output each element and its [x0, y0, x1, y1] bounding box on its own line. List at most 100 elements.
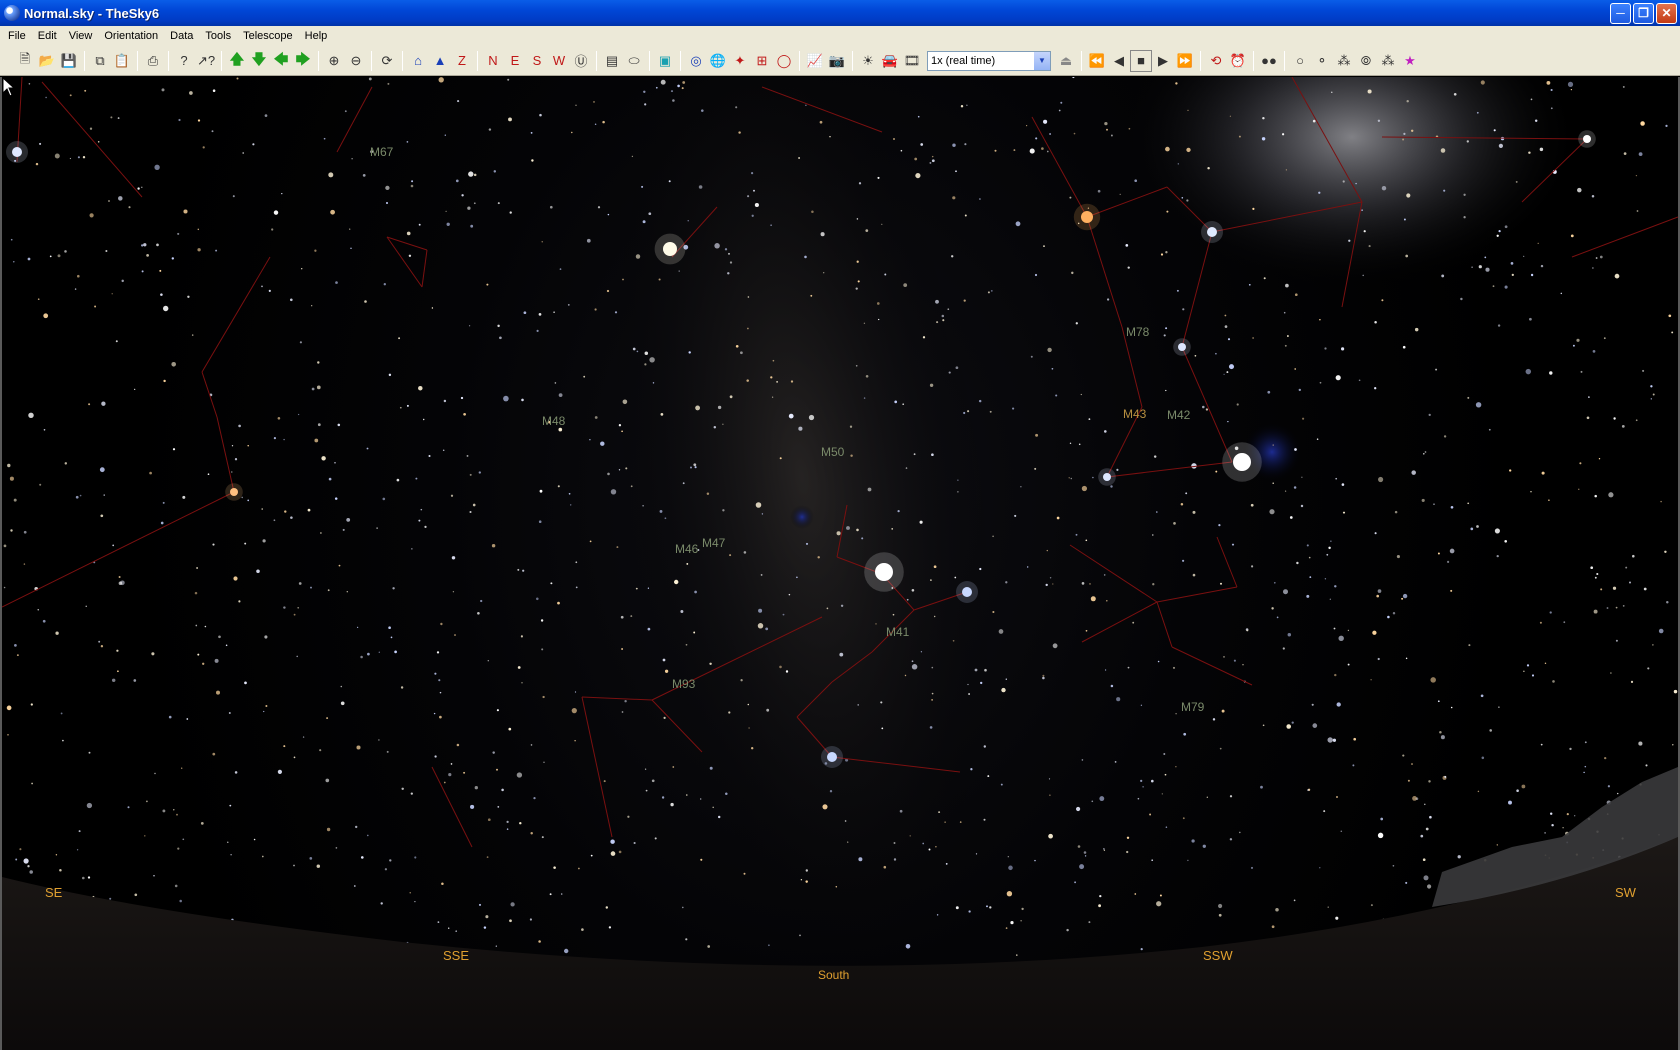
copy-icon[interactable]: ⧉: [89, 50, 111, 72]
look-north-icon[interactable]: N: [482, 50, 504, 72]
menu-help[interactable]: Help: [299, 30, 334, 42]
star: [212, 752, 216, 756]
print-icon[interactable]: ⎙: [142, 50, 164, 72]
comet-icon[interactable]: ★: [1399, 50, 1421, 72]
close-button[interactable]: ✕: [1656, 2, 1677, 24]
chart-icon[interactable]: 📈: [804, 50, 826, 72]
object-label-m42[interactable]: M42: [1167, 408, 1190, 422]
filmstrip-icon[interactable]: 🎞: [901, 50, 923, 72]
menu-view[interactable]: View: [63, 30, 99, 42]
star: [1014, 514, 1017, 517]
save-icon[interactable]: 💾: [58, 50, 80, 72]
grid-icon[interactable]: ◎: [685, 50, 707, 72]
menu-data[interactable]: Data: [164, 30, 199, 42]
fast-forward-icon[interactable]: ⏩: [1174, 50, 1196, 72]
star: [1099, 796, 1105, 802]
star: [486, 856, 489, 858]
arrow-left-icon[interactable]: 🡄: [270, 50, 292, 72]
chevron-down-icon[interactable]: ▼: [1034, 51, 1050, 70]
new-file-icon[interactable]: 🗎: [14, 50, 36, 72]
object-label-m46[interactable]: M46: [675, 542, 698, 556]
solar-system-icon[interactable]: ⬭: [623, 50, 645, 72]
photo-icon[interactable]: 📷: [826, 50, 848, 72]
app-icon[interactable]: [4, 5, 20, 21]
star: [1140, 948, 1143, 951]
menu-telescope[interactable]: Telescope: [237, 30, 299, 42]
help-icon[interactable]: ?: [173, 50, 195, 72]
object-label-m67[interactable]: M67: [370, 145, 393, 159]
landscape-icon[interactable]: ▣: [654, 50, 676, 72]
rewind-icon[interactable]: ⏪: [1086, 50, 1108, 72]
constellation-figures-icon[interactable]: ⊞: [751, 50, 773, 72]
look-west-icon[interactable]: W: [548, 50, 570, 72]
car-icon[interactable]: 🚘: [879, 50, 901, 72]
object-label-m47[interactable]: M47: [702, 536, 725, 550]
zenith-view-icon[interactable]: Z: [451, 50, 473, 72]
horizon-view-icon[interactable]: ⌂: [407, 50, 429, 72]
boundaries-icon[interactable]: ◯: [773, 50, 795, 72]
star: [110, 116, 113, 119]
step-back-icon[interactable]: ◀: [1108, 50, 1130, 72]
context-help-icon[interactable]: ↗?: [195, 50, 217, 72]
star: [367, 652, 370, 656]
double-star-icon[interactable]: ⚬: [1311, 50, 1333, 72]
open-folder-icon[interactable]: 📂: [36, 50, 58, 72]
star: [230, 854, 232, 856]
menu-file[interactable]: File: [2, 30, 32, 42]
cluster-icon[interactable]: ⁂: [1333, 50, 1355, 72]
play-icon[interactable]: ▶: [1152, 50, 1174, 72]
star: [516, 772, 523, 778]
object-label-m43[interactable]: M43: [1123, 407, 1146, 421]
look-east-icon[interactable]: E: [504, 50, 526, 72]
object-label-m93[interactable]: M93: [672, 677, 695, 691]
star: [1544, 832, 1546, 834]
minimize-button[interactable]: ─: [1610, 2, 1631, 24]
zenith-circle-icon[interactable]: Ⓤ: [570, 50, 592, 72]
object-info-icon[interactable]: ▤: [601, 50, 623, 72]
constellation-lines-icon[interactable]: ✦: [729, 50, 751, 72]
object-label-m79[interactable]: M79: [1181, 700, 1204, 714]
object-label-m50[interactable]: M50: [821, 445, 844, 459]
sky-canvas[interactable]: [2, 77, 1678, 1050]
star: [1528, 151, 1531, 154]
star: [983, 745, 986, 748]
look-south-icon[interactable]: S: [526, 50, 548, 72]
globe-icon[interactable]: 🌐: [707, 50, 729, 72]
sun-icon[interactable]: ☀: [857, 50, 879, 72]
zoom-out-icon[interactable]: ⊖: [345, 50, 367, 72]
arrow-up-icon[interactable]: 🡅: [226, 50, 248, 72]
binoculars-icon[interactable]: ●●: [1258, 50, 1280, 72]
restore-button[interactable]: ❐: [1633, 2, 1654, 24]
object-label-m78[interactable]: M78: [1126, 325, 1149, 339]
object-label-m41[interactable]: M41: [886, 625, 909, 639]
galaxy-icon[interactable]: ⦾: [1355, 50, 1377, 72]
star: [1636, 210, 1639, 212]
arrow-right-icon[interactable]: 🡆: [292, 50, 314, 72]
nebula-icon[interactable]: ⁂: [1377, 50, 1399, 72]
star: [271, 228, 274, 231]
star: [197, 653, 200, 656]
arrow-down-icon[interactable]: 🡇: [248, 50, 270, 72]
star: [1223, 373, 1225, 375]
object-label-m48[interactable]: M48: [542, 414, 565, 428]
star-filter-icon[interactable]: ○: [1289, 50, 1311, 72]
zoom-in-icon[interactable]: ⊕: [323, 50, 345, 72]
clock-icon[interactable]: ⏰: [1227, 50, 1249, 72]
menu-orientation[interactable]: Orientation: [98, 30, 164, 42]
stop-icon[interactable]: ■: [1130, 49, 1152, 72]
menu-tools[interactable]: Tools: [199, 30, 237, 42]
time-rate-select[interactable]: 1x (real time) ▼: [927, 50, 1051, 71]
sky-chart[interactable]: M67 M78 M48 M43 M42 M50 M47 M46 M41 M93 …: [0, 77, 1680, 1050]
star: [1187, 109, 1189, 112]
reset-time-icon[interactable]: ⟲: [1205, 50, 1227, 72]
menu-edit[interactable]: Edit: [32, 30, 63, 42]
paste-icon[interactable]: 📋: [111, 50, 133, 72]
star: [478, 903, 482, 906]
star: [630, 485, 633, 488]
star: [1467, 502, 1470, 505]
rotate-icon[interactable]: ⟳: [376, 50, 398, 72]
star: [368, 77, 372, 81]
star: [510, 902, 515, 907]
telescope-view-icon[interactable]: ▲: [429, 50, 451, 72]
eject-icon[interactable]: ⏏: [1055, 50, 1077, 72]
